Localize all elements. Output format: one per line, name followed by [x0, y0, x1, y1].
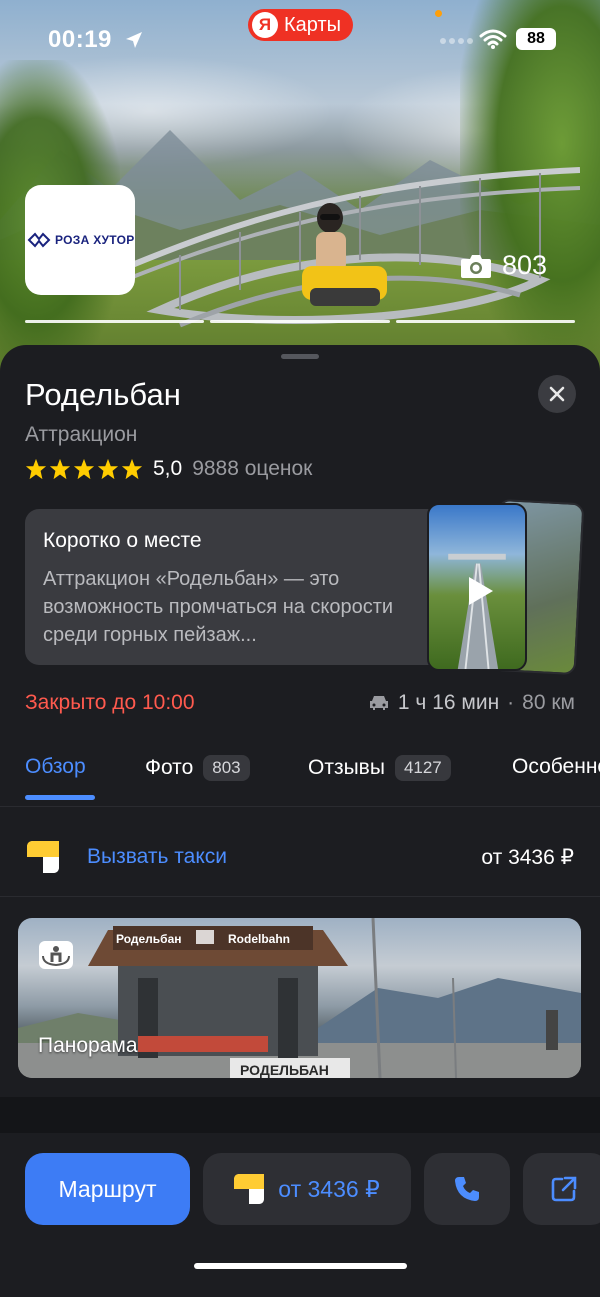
tab-badge: 803 — [203, 755, 250, 781]
photo-count: 803 — [502, 250, 548, 280]
progress-segment — [395, 320, 575, 323]
call-taxi-label: Вызвать такси — [87, 845, 227, 868]
cellular-signal-icon — [440, 38, 474, 48]
travel-distance: 80 км — [522, 691, 575, 714]
rosa-khutor-logo-icon — [27, 232, 51, 248]
call-button[interactable] — [424, 1153, 510, 1225]
rating-value: 5,0 — [153, 457, 183, 480]
route-button[interactable]: Маршрут — [25, 1153, 190, 1225]
panorama-banner: РОДЕЛЬБАН — [240, 1062, 329, 1078]
star-icon — [121, 458, 143, 480]
video-thumbnail[interactable] — [427, 503, 527, 671]
travel-info[interactable]: 1 ч 16 мин · 80 км — [368, 691, 575, 715]
hero-photo[interactable]: 00:19 Я Карты 88 РОЗА ХУТОР 803 — [0, 0, 600, 372]
taxi-button-price: от 3436 ₽ — [278, 1175, 380, 1202]
play-icon — [469, 577, 493, 605]
tab-features[interactable]: Особенности — [512, 755, 600, 779]
tab-label: Фото — [145, 756, 194, 779]
car-icon — [369, 696, 388, 710]
home-indicator[interactable] — [194, 1263, 407, 1269]
tab-badge: 4127 — [394, 755, 451, 781]
share-button[interactable] — [523, 1153, 600, 1225]
action-bar: Маршрут от 3436 ₽ — [0, 1133, 600, 1297]
tab-label: Особенности — [512, 755, 600, 778]
status-bar: 00:19 Я Карты 88 — [0, 0, 600, 80]
rating-count: 9888 оценок — [192, 457, 313, 480]
section-divider — [0, 1097, 600, 1133]
rating-stars — [25, 458, 143, 480]
tab-reviews[interactable]: Отзывы 4127 — [308, 755, 451, 781]
progress-segment — [25, 320, 205, 323]
tab-label: Отзывы — [308, 756, 385, 779]
panorama-sign-right: Rodelbahn — [228, 932, 290, 946]
about-title: Коротко о месте — [43, 529, 202, 552]
progress-segment — [210, 320, 390, 323]
star-icon — [73, 458, 95, 480]
photo-progress — [25, 320, 575, 323]
travel-time: 1 ч 16 мин — [397, 691, 500, 714]
taxi-button[interactable]: от 3436 ₽ — [203, 1153, 411, 1225]
panorama-label: Панорама — [38, 1034, 138, 1057]
camera-icon — [461, 254, 491, 278]
yandex-taxi-icon — [234, 1174, 265, 1204]
close-button[interactable] — [538, 375, 576, 413]
close-icon — [549, 386, 565, 402]
panorama-360-icon — [39, 941, 73, 969]
place-category: Аттракцион — [25, 423, 138, 446]
yandex-logo-icon: Я — [252, 12, 278, 38]
tab-label: Обзор — [25, 755, 86, 778]
tab-overview[interactable]: Обзор — [25, 755, 86, 779]
location-arrow-icon — [126, 32, 142, 48]
about-place-card[interactable]: Коротко о месте Аттракцион «Родельбан» —… — [25, 509, 475, 665]
rating-row[interactable]: 5,0 9888 оценок — [25, 457, 312, 481]
active-tab-indicator — [25, 795, 95, 800]
privacy-indicator-dot — [435, 10, 442, 17]
rider-on-sled — [302, 203, 387, 306]
panorama-preview[interactable]: Родельбан Rodelbahn РОДЕЛЬБАН Панорама — [18, 918, 581, 1078]
call-taxi-row[interactable]: Вызвать такси от 3436 ₽ — [0, 807, 600, 897]
star-icon — [49, 458, 71, 480]
photo-count-badge[interactable]: 803 — [460, 250, 547, 281]
status-row: Закрыто до 10:00 1 ч 16 мин · 80 км — [25, 691, 575, 715]
yandex-taxi-icon — [27, 841, 59, 873]
phone-icon — [455, 1177, 479, 1201]
battery-indicator: 88 — [516, 28, 556, 50]
taxi-price: от 3436 ₽ — [481, 846, 574, 869]
tab-photos[interactable]: Фото 803 — [145, 755, 250, 781]
distance-separator: · — [507, 691, 515, 714]
panorama-sign-left: Родельбан — [116, 932, 182, 946]
about-text: Аттракцион «Родельбан» — это возможность… — [43, 568, 394, 646]
place-card-sheet: Родельбан Аттракцион 5,0 9888 оценок Кор… — [0, 345, 600, 1297]
sheet-grabber[interactable] — [281, 354, 319, 359]
share-icon — [551, 1176, 577, 1202]
wifi-icon — [479, 29, 507, 49]
status-time: 00:19 — [48, 26, 112, 53]
place-title: Родельбан — [25, 377, 181, 412]
star-icon — [97, 458, 119, 480]
tab-bar: Обзор Фото 803 Отзывы 4127 Особенности — [0, 745, 600, 807]
app-name: Карты — [284, 13, 341, 36]
back-to-app-pill[interactable]: Я Карты — [248, 9, 353, 41]
opening-hours: Закрыто до 10:00 — [25, 691, 195, 714]
logo-text: РОЗА ХУТОР — [55, 233, 135, 247]
organization-logo: РОЗА ХУТОР — [25, 185, 135, 295]
star-icon — [25, 458, 47, 480]
